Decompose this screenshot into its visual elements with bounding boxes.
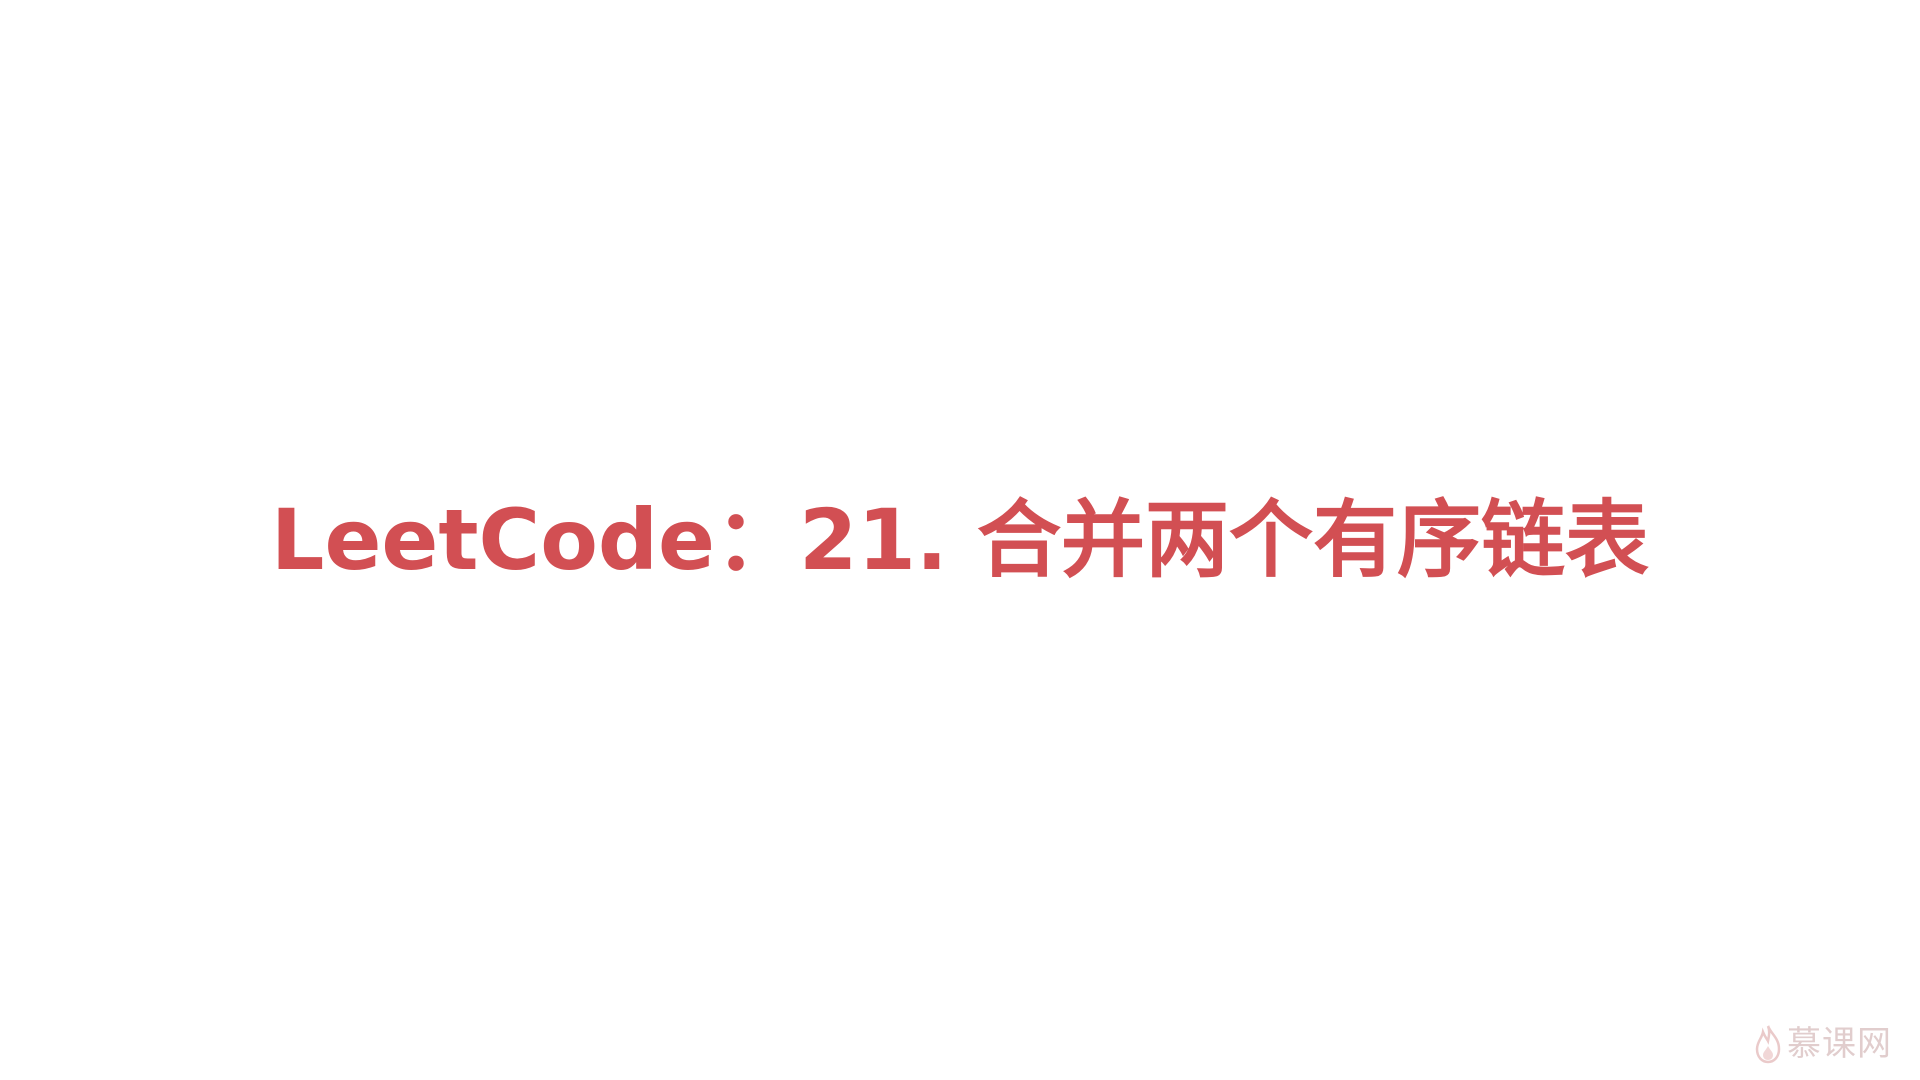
flame-icon	[1755, 1025, 1781, 1064]
slide-title: LeetCode：21. 合并两个有序链表	[270, 491, 1650, 589]
video-slide: LeetCode：21. 合并两个有序链表 慕课网	[0, 0, 1920, 1080]
brand-watermark: 慕课网	[1753, 1020, 1892, 1068]
brand-label: 慕课网	[1787, 1024, 1892, 1064]
